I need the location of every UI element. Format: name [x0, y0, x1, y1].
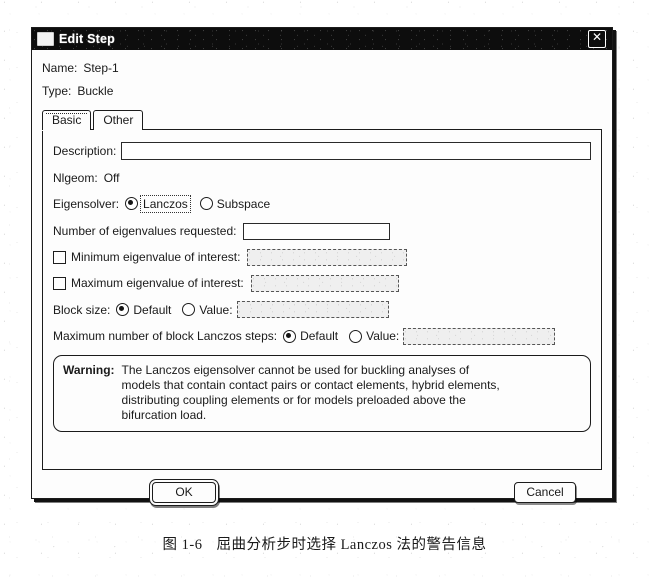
- dialog-titlebar[interactable]: Edit Step ✕: [32, 28, 612, 50]
- block-size-row: Block size: Default Value:: [53, 296, 591, 323]
- block-size-input[interactable]: [236, 301, 389, 318]
- warning-box: Warning: The Lanczos eigensolver cannot …: [53, 355, 591, 432]
- name-row: Name: Step-1: [42, 57, 602, 79]
- name-value: Step-1: [83, 61, 119, 75]
- type-value: Buckle: [77, 84, 114, 98]
- warning-text: The Lanczos eigensolver cannot be used f…: [121, 363, 500, 422]
- radio-subspace[interactable]: [199, 197, 213, 210]
- max-eigenvalue-checkbox[interactable]: [53, 276, 66, 290]
- radio-max-steps-value[interactable]: [349, 329, 363, 343]
- dialog-body: Name: Step-1 Type: Buckle Basic Other De…: [32, 50, 612, 470]
- num-eigenvalues-input[interactable]: [243, 222, 391, 240]
- min-eigenvalue-checkbox[interactable]: [53, 250, 66, 264]
- eigensolver-label: Eigensolver:: [53, 196, 120, 211]
- radio-block-size-default[interactable]: [116, 303, 130, 316]
- radio-max-steps-value-label[interactable]: Value:: [366, 329, 399, 343]
- block-size-label: Block size:: [53, 302, 111, 317]
- basic-tab-panel: Description: Nlgeom: Off Eigensolver: La…: [42, 129, 602, 470]
- max-eigenvalue-label[interactable]: Maximum eigenvalue of interest:: [71, 276, 244, 290]
- cancel-button[interactable]: Cancel: [514, 482, 576, 503]
- radio-lanczos[interactable]: [125, 197, 139, 210]
- max-eigenvalue-input[interactable]: [250, 274, 399, 292]
- description-input[interactable]: [121, 142, 591, 160]
- dialog-title: Edit Step: [59, 32, 115, 46]
- max-lanczos-steps-label: Maximum number of block Lanczos steps:: [53, 329, 278, 343]
- description-label: Description:: [53, 144, 117, 158]
- radio-subspace-label[interactable]: Subspace: [217, 197, 270, 211]
- max-lanczos-steps-row: Maximum number of block Lanczos steps: D…: [53, 323, 591, 349]
- window-icon: [37, 32, 54, 46]
- max-eigenvalue-row: Maximum eigenvalue of interest:: [53, 270, 591, 296]
- eigensolver-row: Eigensolver: Lanczos Subspace: [53, 191, 591, 216]
- nlgeom-value: Off: [103, 170, 120, 185]
- name-label: Name:: [42, 61, 78, 75]
- ok-button[interactable]: OK: [152, 482, 216, 503]
- tab-basic[interactable]: Basic: [42, 110, 92, 130]
- close-icon[interactable]: ✕: [588, 30, 606, 48]
- tab-other[interactable]: Other: [93, 110, 144, 130]
- radio-max-steps-default-label[interactable]: Default: [300, 329, 338, 343]
- nlgeom-row: Nlgeom: Off: [53, 165, 591, 190]
- num-eigenvalues-row: Number of eigenvalues requested:: [53, 218, 591, 244]
- figure-caption-text: 屈曲分析步时选择 Lanczos 法的警告信息: [216, 537, 487, 553]
- type-label: Type:: [42, 84, 72, 98]
- min-eigenvalue-label[interactable]: Minimum eigenvalue of interest:: [71, 250, 240, 264]
- dialog-button-row: OK Cancel: [42, 476, 602, 512]
- type-row: Type: Buckle: [42, 80, 602, 102]
- nlgeom-label: Nlgeom:: [53, 170, 98, 185]
- max-lanczos-steps-input[interactable]: [403, 327, 556, 345]
- tabstrip: Basic Other: [42, 109, 602, 130]
- num-eigenvalues-label: Number of eigenvalues requested:: [53, 224, 237, 238]
- description-row: Description:: [53, 139, 591, 163]
- radio-max-steps-default[interactable]: [283, 329, 297, 343]
- min-eigenvalue-row: Minimum eigenvalue of interest:: [53, 244, 591, 270]
- radio-block-size-value-label[interactable]: Value:: [199, 303, 232, 317]
- radio-block-size-default-label[interactable]: Default: [133, 303, 171, 317]
- edit-step-dialog: Edit Step ✕ Name: Step-1 Type: Buckle Ba…: [31, 27, 613, 503]
- warning-title: Warning:: [63, 363, 115, 377]
- figure-caption: 图 1-6 屈曲分析步时选择 Lanczos 法的警告信息: [0, 533, 649, 554]
- min-eigenvalue-input[interactable]: [247, 248, 408, 266]
- radio-block-size-value[interactable]: [182, 303, 196, 316]
- figure-number: 图 1-6: [162, 537, 203, 553]
- radio-lanczos-label[interactable]: Lanczos: [140, 194, 191, 213]
